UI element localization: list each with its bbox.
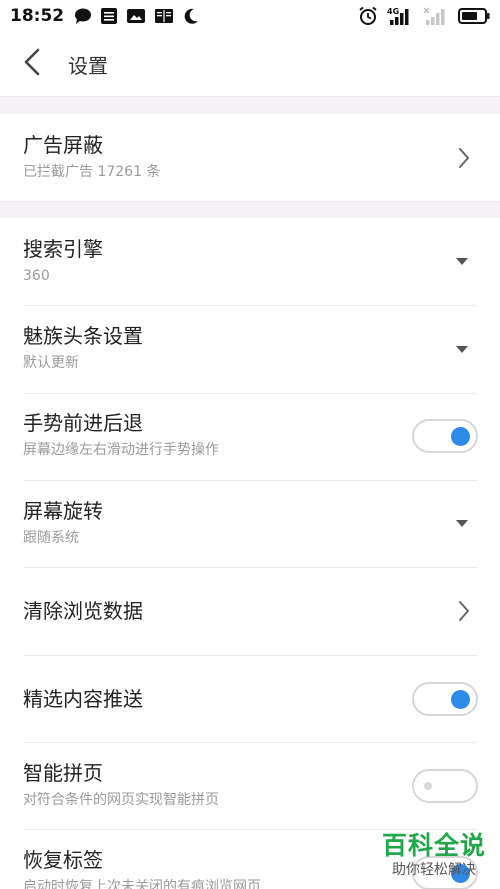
toggle-knob: [424, 782, 432, 790]
setting-subtitle: 跟随系统: [23, 530, 79, 546]
dropdown-caret-icon: [456, 520, 468, 527]
back-button[interactable]: [0, 32, 64, 96]
toggle-knob: [451, 427, 470, 446]
alarm-clock-icon: [358, 6, 378, 26]
battery-icon: [458, 7, 490, 25]
signal-4g-icon: 4G: [386, 6, 414, 26]
network-type-label: 4G: [387, 7, 399, 16]
setting-title: 智能拼页: [23, 761, 103, 785]
setting-title: 魅族头条设置: [23, 324, 143, 348]
chat-bubble-icon: [74, 7, 92, 25]
setting-title: 手势前进后退: [23, 411, 143, 435]
section-gap: [0, 201, 500, 218]
status-time: 18:52: [10, 6, 65, 26]
status-bar: 18:52 4G: [0, 0, 500, 32]
signal-empty-icon: [422, 6, 450, 26]
book-icon: [154, 7, 174, 25]
page-title: 设置: [68, 53, 108, 78]
setting-smart-page-merge: 智能拼页 对符合条件的网页实现智能拼页: [0, 743, 500, 829]
featured-push-toggle[interactable]: [412, 682, 478, 716]
setting-meizu-headlines[interactable]: 魅族头条设置 默认更新: [0, 306, 500, 393]
setting-subtitle: 已拦截广告 17261 条: [23, 164, 161, 180]
setting-search-engine[interactable]: 搜索引擎 360: [0, 218, 500, 305]
dropdown-caret-icon: [456, 258, 468, 265]
status-left-icons: [74, 7, 200, 25]
chevron-right-icon: [458, 600, 470, 626]
smart-page-merge-toggle[interactable]: [412, 769, 478, 803]
gesture-navigation-toggle[interactable]: [412, 419, 478, 453]
watermark-title: 百科全说: [381, 831, 486, 860]
setting-screen-rotation[interactable]: 屏幕旋转 跟随系统: [0, 481, 500, 567]
setting-title: 清除浏览数据: [23, 599, 143, 623]
app-bar: 设置: [0, 32, 500, 96]
dropdown-caret-icon: [456, 346, 468, 353]
moon-icon: [182, 7, 200, 25]
watermark: 百科全说 助你轻松解决: [382, 831, 486, 879]
setting-subtitle: 启动时恢复上次未关闭的有痕浏览网页: [23, 879, 261, 889]
status-right-icons: 4G: [358, 0, 490, 32]
setting-subtitle: 对符合条件的网页实现智能拼页: [23, 792, 219, 808]
setting-title: 广告屏蔽: [23, 133, 103, 157]
setting-title: 精选内容推送: [23, 687, 143, 711]
section-gap: [0, 96, 500, 114]
setting-clear-browsing-data[interactable]: 清除浏览数据: [0, 568, 500, 655]
setting-title: 屏幕旋转: [23, 499, 103, 523]
setting-ad-block[interactable]: 广告屏蔽 已拦截广告 17261 条: [0, 114, 500, 201]
setting-subtitle: 默认更新: [23, 355, 79, 371]
setting-title: 恢复标签: [23, 848, 103, 872]
setting-title: 搜索引擎: [23, 237, 103, 261]
setting-featured-push: 精选内容推送: [0, 656, 500, 742]
setting-gesture-navigation: 手势前进后退 屏幕边缘左右滑动进行手势操作: [0, 394, 500, 480]
toggle-knob: [451, 690, 470, 709]
setting-subtitle: 360: [23, 268, 50, 284]
watermark-subtitle: 助你轻松解决: [391, 862, 476, 878]
list-app-icon: [100, 7, 118, 25]
chevron-right-icon: [458, 147, 470, 173]
back-arrow-icon: [23, 48, 41, 80]
image-message-icon: [126, 7, 146, 25]
setting-subtitle: 屏幕边缘左右滑动进行手势操作: [23, 442, 219, 458]
